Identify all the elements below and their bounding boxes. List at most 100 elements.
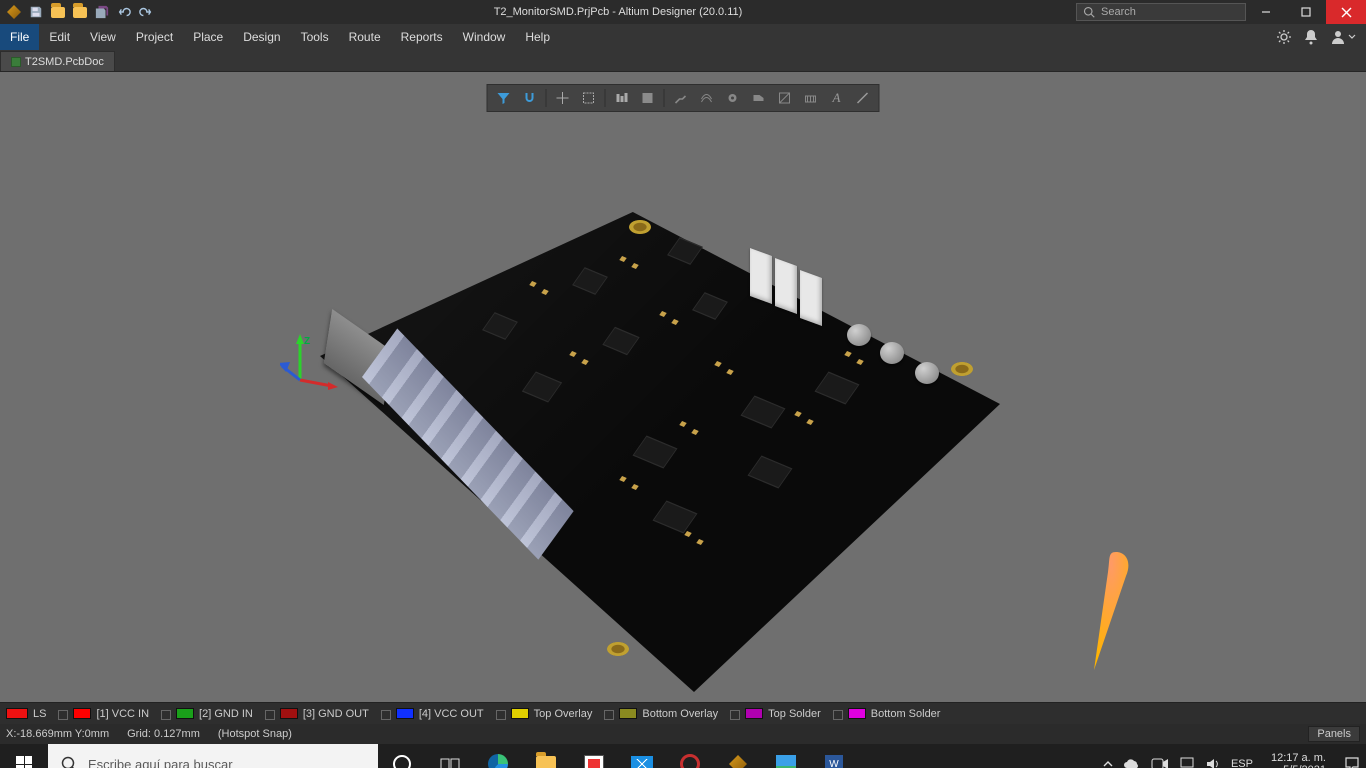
tray-volume-icon[interactable]	[1205, 757, 1221, 768]
status-grid: Grid: 0.127mm	[127, 728, 200, 740]
menu-edit[interactable]: Edit	[39, 24, 80, 50]
place-text-icon[interactable]: A	[825, 87, 849, 109]
menu-tools[interactable]: Tools	[291, 24, 339, 50]
taskbar-app-word[interactable]: W	[810, 744, 858, 768]
tray-overflow-icon[interactable]	[1103, 760, 1113, 768]
menu-place[interactable]: Place	[183, 24, 233, 50]
menu-window[interactable]: Window	[453, 24, 516, 50]
place-crosshair-icon[interactable]	[551, 87, 575, 109]
layer-swatch	[280, 708, 298, 719]
taskbar-app-mail[interactable]	[618, 744, 666, 768]
tray-meet-now-icon[interactable]	[1151, 757, 1169, 768]
layer-bottom-solder[interactable]: Bottom Solder	[833, 708, 941, 720]
search-placeholder: Search	[1101, 6, 1136, 18]
tray-date: 5/5/2021	[1271, 764, 1326, 768]
taskbar-search[interactable]: Escribe aquí para buscar	[48, 744, 378, 768]
taskbar-search-placeholder: Escribe aquí para buscar	[88, 757, 233, 768]
layer-top-solder[interactable]: Top Solder	[730, 708, 821, 720]
taskbar-app-opera[interactable]	[666, 744, 714, 768]
cortana-icon[interactable]	[378, 744, 426, 768]
close-button[interactable]	[1326, 0, 1366, 24]
redo-icon[interactable]	[138, 4, 154, 20]
layer-toggle-icon[interactable]	[58, 710, 68, 720]
search-icon	[60, 755, 78, 768]
title-bar: T2_MonitorSMD.PrjPcb - Altium Designer (…	[0, 0, 1366, 24]
menu-file[interactable]: File	[0, 24, 39, 50]
highlight-net-icon[interactable]	[636, 87, 660, 109]
layer-label: Bottom Solder	[871, 708, 941, 720]
menu-view[interactable]: View	[80, 24, 126, 50]
taskbar-app-edge[interactable]	[474, 744, 522, 768]
snap-magnet-icon[interactable]	[518, 87, 542, 109]
layer-toggle-icon[interactable]	[496, 710, 506, 720]
settings-gear-icon[interactable]	[1276, 29, 1292, 45]
layer-top-overlay[interactable]: Top Overlay	[496, 708, 593, 720]
quick-access-toolbar	[0, 4, 160, 20]
layer-swatch	[848, 708, 866, 719]
layer-toggle-icon[interactable]	[833, 710, 843, 720]
layer-ls[interactable]: LS	[6, 708, 46, 720]
notifications-bell-icon[interactable]	[1304, 29, 1318, 45]
tray-onedrive-icon[interactable]	[1123, 758, 1141, 768]
layer-swatch	[396, 708, 414, 719]
layer-label: [4] VCC OUT	[419, 708, 484, 720]
task-view-icon[interactable]	[426, 744, 474, 768]
polygon-icon[interactable]	[747, 87, 771, 109]
light-direction-icon[interactable]	[1076, 552, 1156, 672]
tray-network-icon[interactable]	[1179, 757, 1195, 768]
select-rect-icon[interactable]	[577, 87, 601, 109]
start-button[interactable]	[0, 744, 48, 768]
layer-label: Top Overlay	[534, 708, 593, 720]
pcb-3d-viewport[interactable]: A Z	[0, 72, 1366, 702]
menu-route[interactable]: Route	[339, 24, 391, 50]
via-icon[interactable]	[721, 87, 745, 109]
menu-help[interactable]: Help	[515, 24, 560, 50]
menu-project[interactable]: Project	[126, 24, 183, 50]
layer-label: [3] GND OUT	[303, 708, 369, 720]
layer-gnd-in[interactable]: [2] GND IN	[161, 708, 253, 720]
undo-icon[interactable]	[116, 4, 132, 20]
filter-icon[interactable]	[492, 87, 516, 109]
window-title: T2_MonitorSMD.PrjPcb - Altium Designer (…	[160, 6, 1076, 18]
layer-set-icon[interactable]	[799, 87, 823, 109]
layer-toggle-icon[interactable]	[604, 710, 614, 720]
diff-pair-icon[interactable]	[695, 87, 719, 109]
tray-time: 12:17 a. m.	[1271, 752, 1326, 764]
windows-logo-icon	[16, 756, 32, 768]
layer-toggle-icon[interactable]	[161, 710, 171, 720]
document-tab[interactable]: T2SMD.PcbDoc	[0, 51, 115, 71]
menu-reports[interactable]: Reports	[391, 24, 453, 50]
system-tray: ESP 12:17 a. m. 5/5/2021	[1103, 752, 1366, 768]
layer-toggle-icon[interactable]	[381, 710, 391, 720]
menu-design[interactable]: Design	[233, 24, 290, 50]
taskbar-app-explorer[interactable]	[522, 744, 570, 768]
dimension-icon[interactable]	[773, 87, 797, 109]
minimize-button[interactable]	[1246, 0, 1286, 24]
layer-bottom-overlay[interactable]: Bottom Overlay	[604, 708, 718, 720]
open-project-icon[interactable]	[72, 4, 88, 20]
layer-toggle-icon[interactable]	[265, 710, 275, 720]
layer-gnd-out[interactable]: [3] GND OUT	[265, 708, 369, 720]
route-track-icon[interactable]	[669, 87, 693, 109]
layer-toggle-icon[interactable]	[730, 710, 740, 720]
align-icon[interactable]	[610, 87, 634, 109]
action-center-icon[interactable]	[1344, 756, 1360, 768]
open-folder-icon[interactable]	[50, 4, 66, 20]
panels-button[interactable]: Panels	[1308, 726, 1360, 742]
user-account-icon[interactable]	[1330, 29, 1356, 45]
taskbar-app-photos[interactable]	[762, 744, 810, 768]
layer-vcc-in[interactable]: [1] VCC IN	[58, 708, 149, 720]
taskbar-app-altium[interactable]	[714, 744, 762, 768]
layer-swatch	[511, 708, 529, 719]
save-icon[interactable]	[28, 4, 44, 20]
taskbar-app-store[interactable]	[570, 744, 618, 768]
layer-swatch	[619, 708, 637, 719]
tray-clock[interactable]: 12:17 a. m. 5/5/2021	[1263, 752, 1334, 768]
global-search[interactable]: Search	[1076, 3, 1246, 21]
save-all-icon[interactable]	[94, 4, 110, 20]
maximize-button[interactable]	[1286, 0, 1326, 24]
active-bar-toolbar: A	[487, 84, 880, 112]
layer-vcc-out[interactable]: [4] VCC OUT	[381, 708, 484, 720]
place-line-icon[interactable]	[851, 87, 875, 109]
tray-language[interactable]: ESP	[1231, 758, 1253, 768]
